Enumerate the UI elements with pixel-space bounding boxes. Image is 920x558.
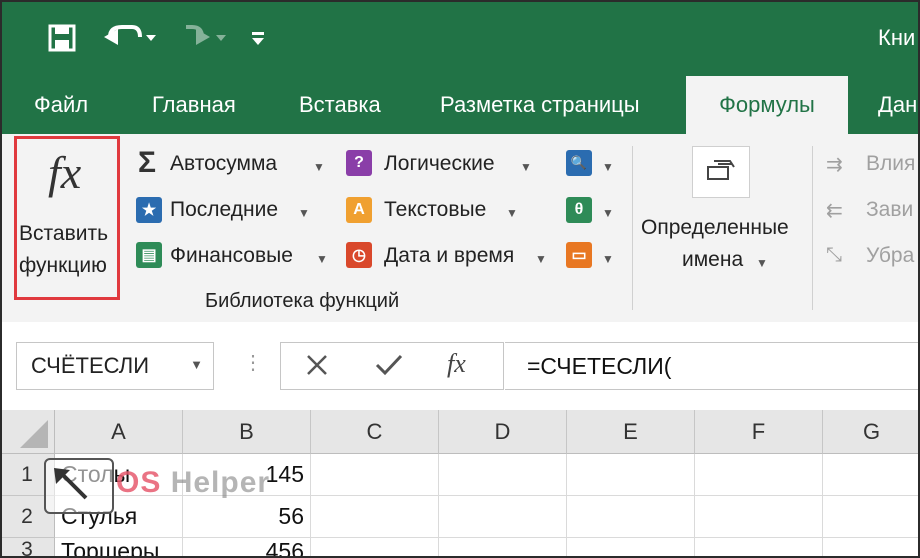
autosum-button[interactable]: Автосумма bbox=[170, 152, 277, 176]
watermark-helper: Helper bbox=[170, 466, 271, 499]
trace-precedents-icon: ⇉ bbox=[826, 154, 843, 176]
column-header-a[interactable]: A bbox=[55, 410, 183, 454]
column-header-c[interactable]: C bbox=[311, 410, 439, 454]
name-box[interactable]: СЧЁТЕСЛИ ▼ bbox=[16, 342, 214, 390]
lookup-icon[interactable]: 🔍 bbox=[566, 150, 592, 176]
remove-arrows-icon: ⤡ bbox=[826, 244, 842, 266]
insert-function-button[interactable] bbox=[14, 136, 120, 300]
watermark-logo bbox=[44, 458, 114, 514]
recent-button[interactable]: Последние bbox=[170, 198, 278, 222]
date-time-button[interactable]: Дата и время bbox=[384, 244, 514, 268]
text-dropdown[interactable]: ▼ bbox=[506, 206, 518, 220]
empty-cells[interactable] bbox=[311, 454, 920, 558]
date-time-icon: ◷ bbox=[346, 242, 372, 268]
tab-home[interactable]: Главная bbox=[152, 76, 236, 134]
trace-precedents-button[interactable]: Влия bbox=[866, 152, 915, 176]
undo-icon[interactable] bbox=[100, 18, 160, 56]
customize-qat-icon[interactable] bbox=[246, 24, 270, 52]
tab-page-layout[interactable]: Разметка страницы bbox=[440, 76, 640, 134]
more-functions-icon[interactable]: ▭ bbox=[566, 242, 592, 268]
column-header-f[interactable]: F bbox=[695, 410, 823, 454]
tab-insert[interactable]: Вставка bbox=[299, 76, 381, 134]
save-icon[interactable] bbox=[44, 20, 80, 56]
more-functions-dropdown[interactable]: ▼ bbox=[602, 252, 614, 266]
text-icon: A bbox=[346, 197, 372, 223]
cell-b2[interactable]: 56 bbox=[183, 496, 311, 538]
window-title: Кни bbox=[878, 25, 916, 50]
row-header-3[interactable]: 3 bbox=[0, 538, 55, 558]
math-dropdown[interactable]: ▼ bbox=[602, 206, 614, 220]
math-icon[interactable]: θ bbox=[566, 197, 592, 223]
autosum-dropdown[interactable]: ▼ bbox=[313, 160, 325, 174]
ribbon-separator-2 bbox=[812, 146, 813, 310]
financial-dropdown[interactable]: ▼ bbox=[316, 252, 328, 266]
lookup-dropdown[interactable]: ▼ bbox=[602, 160, 614, 174]
trace-dependents-button[interactable]: Зави bbox=[866, 198, 913, 222]
recent-dropdown[interactable]: ▼ bbox=[298, 206, 310, 220]
column-header-e[interactable]: E bbox=[567, 410, 695, 454]
function-library-group-label: Библиотека функций bbox=[205, 290, 400, 312]
formula-input[interactable]: =СЧЕТЕСЛИ( bbox=[505, 342, 920, 390]
tab-file[interactable]: Файл bbox=[34, 76, 88, 134]
cell-a3[interactable]: Торшеры bbox=[55, 538, 183, 558]
watermark-text: OS Helper bbox=[116, 466, 270, 500]
column-header-g[interactable]: G bbox=[823, 410, 920, 454]
text-button[interactable]: Текстовые bbox=[384, 198, 486, 222]
defined-names-icon[interactable] bbox=[692, 146, 750, 198]
redo-icon[interactable] bbox=[170, 18, 230, 56]
ribbon-separator bbox=[632, 146, 633, 310]
date-time-dropdown[interactable]: ▼ bbox=[535, 252, 547, 266]
financial-icon: ▤ bbox=[136, 242, 162, 268]
column-header-b[interactable]: B bbox=[183, 410, 311, 454]
name-box-dropdown-icon[interactable]: ▼ bbox=[190, 357, 203, 372]
cancel-icon[interactable] bbox=[305, 353, 329, 382]
formula-bar-grip-icon[interactable]: ⋮ bbox=[243, 350, 263, 375]
remove-arrows-button[interactable]: Убра bbox=[866, 244, 914, 268]
logical-icon: ? bbox=[346, 150, 372, 176]
name-box-value: СЧЁТЕСЛИ bbox=[31, 353, 150, 378]
cell-b3[interactable]: 456 bbox=[183, 538, 311, 558]
recent-icon: ★ bbox=[136, 197, 162, 223]
insert-function-icon[interactable]: fx bbox=[447, 349, 466, 379]
defined-names-dropdown[interactable]: ▼ bbox=[756, 256, 768, 270]
column-header-d[interactable]: D bbox=[439, 410, 567, 454]
tab-data[interactable]: Дан bbox=[878, 76, 917, 134]
defined-names-label-1[interactable]: Определенные bbox=[641, 216, 789, 240]
logical-dropdown[interactable]: ▼ bbox=[520, 160, 532, 174]
formula-controls: fx bbox=[280, 342, 504, 390]
financial-button[interactable]: Финансовые bbox=[170, 244, 293, 268]
tab-formulas[interactable]: Формулы bbox=[686, 76, 848, 134]
defined-names-label-2[interactable]: имена bbox=[682, 248, 743, 272]
watermark-os: OS bbox=[116, 466, 162, 499]
select-all-button[interactable] bbox=[0, 410, 55, 454]
formula-text: =СЧЕТЕСЛИ( bbox=[527, 352, 672, 379]
logical-button[interactable]: Логические bbox=[384, 152, 495, 176]
enter-icon[interactable] bbox=[375, 353, 403, 382]
trace-dependents-icon: ⇇ bbox=[826, 200, 843, 222]
autosum-icon: Σ bbox=[137, 146, 156, 179]
